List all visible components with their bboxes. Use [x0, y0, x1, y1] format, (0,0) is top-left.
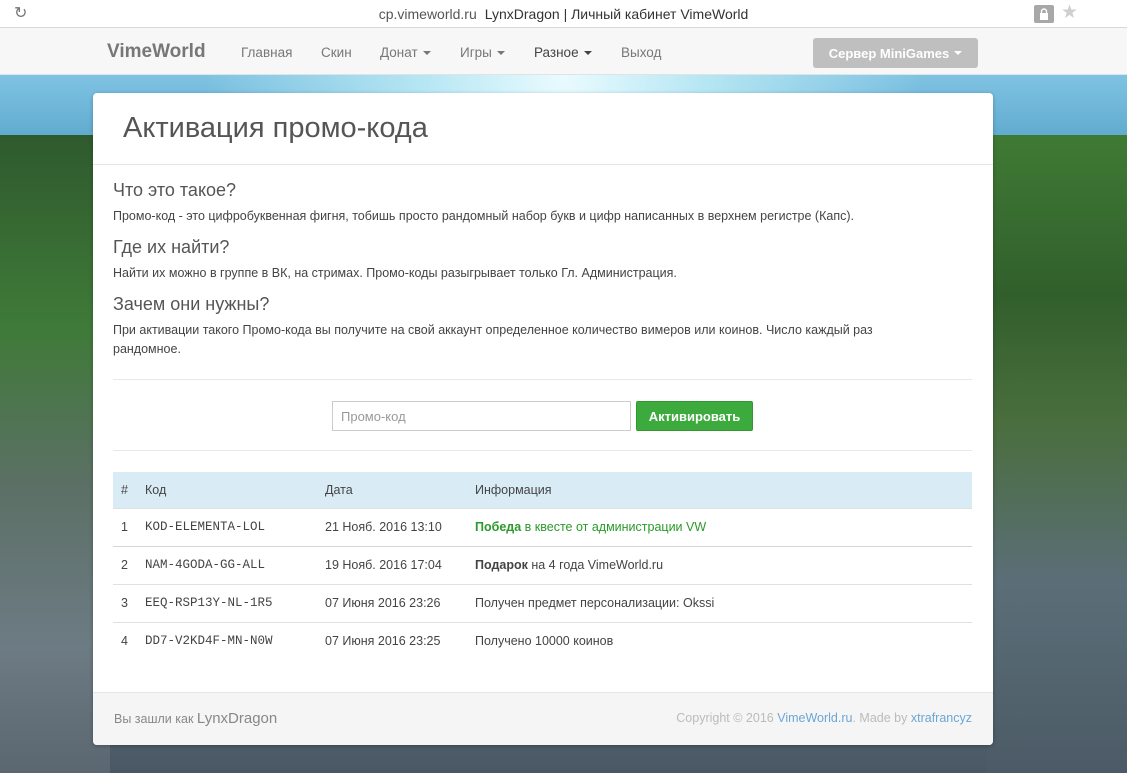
browser-address-bar: ↻ cp.vimeworld.ru LynxDragon | Личный каб… [0, 0, 1127, 28]
copyright: Copyright © 2016 VimeWorld.ru. Made by x… [676, 711, 972, 725]
address-domain: cp.vimeworld.ru [378, 5, 477, 22]
activate-button-label: Активировать [648, 408, 741, 424]
cell-code: EEQ-RSP13Y-NL-1R5 [145, 583, 325, 622]
column-header-num: # [113, 472, 145, 508]
cell-info-text: Получено 10000 коинов [475, 634, 614, 649]
brand-logo[interactable]: VimeWorld [107, 41, 206, 63]
cell-info: Получен предмет персонализации: Okssi [475, 583, 972, 622]
cell-info-text: в квесте от администрации VW [521, 520, 707, 534]
address-text[interactable]: cp.vimeworld.ru LynxDragon | Личный кабин… [379, 6, 749, 22]
panel-heading: Активация промо-кода [93, 93, 993, 165]
promo-history-table: # Код Дата Информация 1 KOD-ELEMENTA-LOL… [113, 472, 972, 660]
column-header-code: Код [145, 472, 325, 508]
caret-down-icon [583, 51, 592, 56]
nav-item-label: Разное [534, 45, 579, 60]
nav-item-label: Выход [621, 45, 662, 60]
table-row: 3 EEQ-RSP13Y-NL-1R5 07 Июня 2016 23:26 П… [113, 583, 972, 622]
table-header-row: # Код Дата Информация [113, 472, 972, 508]
faq-question: Что это такое? [113, 180, 237, 200]
faq-answer: Промо-код - это цифробуквенная фигня, то… [113, 209, 854, 223]
panel-footer: Вы зашли как LynxDragon Copyright © 2016… [93, 692, 993, 745]
nav-item-misc[interactable]: Разное [534, 45, 592, 60]
faq-answer: При активации такого Промо-кода вы получ… [113, 323, 873, 356]
cell-info: Победа в квесте от администрации VW [475, 507, 972, 546]
nav-item-games[interactable]: Игры [460, 45, 505, 60]
activate-button[interactable]: Активировать [636, 401, 753, 431]
cell-num: 2 [113, 545, 145, 584]
nav-item-label: Игры [460, 45, 492, 60]
cell-num: 1 [113, 507, 145, 546]
cell-info-text: Получен предмет персонализации: Okssi [475, 596, 715, 610]
divider [113, 379, 972, 380]
cell-num: 4 [113, 621, 145, 660]
caret-down-icon [954, 51, 963, 55]
cell-code: NAM-4GODA-GG-ALL [145, 545, 325, 584]
nav-item-label: Скин [321, 45, 352, 60]
faq-question: Где их найти? [113, 237, 230, 257]
cell-date: 07 Июня 2016 23:26 [325, 583, 475, 622]
caret-down-icon [422, 51, 431, 56]
background-right-scenery [987, 135, 1127, 773]
copyright-prefix: Copyright © 2016 [676, 711, 774, 725]
column-header-info: Информация [475, 472, 972, 508]
reload-icon[interactable]: ↻ [14, 5, 27, 23]
page-tab-title: LynxDragon | Личный кабинет VimeWorld [484, 5, 749, 22]
page-title: Активация промо-кода [123, 112, 428, 144]
nav-item-label: Донат [380, 45, 418, 60]
caret-down-icon [496, 51, 505, 56]
cell-info-bold: Победа [475, 520, 522, 534]
cell-num: 3 [113, 583, 145, 622]
table-row: 1 KOD-ELEMENTA-LOL 21 Нояб. 2016 13:10 П… [113, 507, 972, 546]
logged-in-status: Вы зашли как LynxDragon [114, 710, 277, 727]
faq-item: Где их найти? Найти их можно в группе в … [113, 237, 953, 283]
lock-icon[interactable] [1034, 5, 1054, 23]
table-row: 4 DD7-V2KD4F-MN-N0W 07 Июня 2016 23:25 П… [113, 621, 972, 660]
server-button-label: Сервер MiniGames [828, 45, 950, 61]
faq-item: Что это такое? Промо-код - это цифробукв… [113, 180, 953, 226]
username: LynxDragon [196, 710, 278, 727]
divider [113, 450, 972, 451]
nav-item-skin[interactable]: Скин [321, 45, 352, 60]
cell-code: KOD-ELEMENTA-LOL [145, 507, 325, 546]
nav-item-home[interactable]: Главная [241, 45, 292, 60]
cell-date: 07 Июня 2016 23:25 [325, 621, 475, 660]
faq-question: Зачем они нужны? [113, 294, 270, 314]
cell-date: 21 Нояб. 2016 13:10 [325, 507, 475, 546]
faq-answer: Найти их можно в группе в ВК, на стримах… [113, 266, 677, 280]
bookmark-star-icon[interactable]: ★ [1061, 3, 1078, 23]
column-header-date: Дата [325, 472, 475, 508]
table-row: 2 NAM-4GODA-GG-ALL 19 Нояб. 2016 17:04 П… [113, 545, 972, 584]
site-link[interactable]: VimeWorld.ru [777, 711, 852, 725]
server-select-button[interactable]: Сервер MiniGames [813, 38, 978, 68]
nav-item-label: Главная [241, 45, 293, 60]
cell-info-text: на 4 года VimeWorld.ru [527, 558, 664, 572]
nav-item-donate[interactable]: Донат [380, 45, 431, 60]
cell-info: Подарок на 4 года VimeWorld.ru [475, 545, 972, 584]
cell-info: Получено 10000 коинов [475, 621, 972, 660]
cell-date: 19 Нояб. 2016 17:04 [325, 545, 475, 584]
made-by-prefix: . Made by [852, 711, 908, 725]
cell-info-bold: Подарок [475, 558, 528, 572]
cell-code: DD7-V2KD4F-MN-N0W [145, 621, 325, 660]
faq-item: Зачем они нужны? При активации такого Пр… [113, 294, 913, 359]
promo-code-input[interactable] [332, 401, 631, 431]
promo-panel: Активация промо-кода Что это такое? Пром… [93, 93, 993, 745]
logged-in-prefix: Вы зашли как [114, 712, 194, 726]
nav-item-logout[interactable]: Выход [621, 45, 661, 60]
navbar: VimeWorld Главная Скин Донат Игры Разное… [0, 28, 1127, 75]
author-link[interactable]: xtrafrancyz [911, 711, 972, 725]
